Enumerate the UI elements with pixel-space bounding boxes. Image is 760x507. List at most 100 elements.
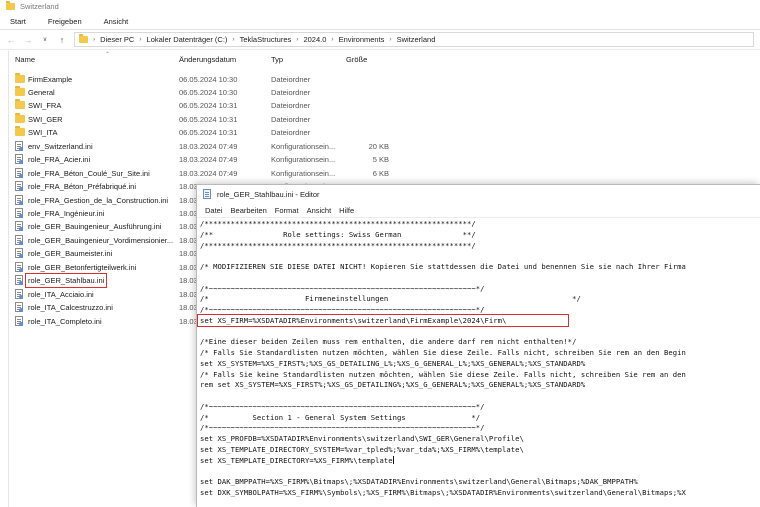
file-row[interactable]: SWI_FRA 06.05.2024 10:31 Dateiordner [10,98,410,112]
tab-start[interactable]: Start [0,17,37,26]
breadcrumb-item[interactable]: Lokaler Datenträger (C:) [147,35,228,44]
file-type: Konfigurationsein... [271,168,336,178]
file-type: Dateiordner [271,101,311,111]
file-type: Konfigurationsein... [271,141,336,151]
file-name: role_FRA_Béton_Préfabriqué.ini [28,182,136,192]
column-header-size[interactable]: Größe [346,55,367,64]
tab-freigeben[interactable]: Freigeben [37,17,93,26]
file-type: Dateiordner [271,74,311,84]
file-date: 18.03 [179,235,198,245]
file-icon-wrapper [15,234,23,245]
text-line: /* MODIFIZIEREN SIE DIESE DATEI NICHT! K… [200,262,686,271]
up-arrow-icon[interactable]: ↑ [57,35,67,45]
file-icon-wrapper [15,302,23,313]
ini-file-icon [15,181,23,192]
chevron-right-icon[interactable]: › [232,36,234,43]
file-date: 18.03 [179,303,198,313]
file-date: 18.03.2024 07:49 [179,168,238,178]
column-header-name[interactable]: Name [15,55,35,64]
file-row[interactable]: SWI_ITA 06.05.2024 10:31 Dateiordner [10,125,410,139]
folder-icon [6,1,15,10]
file-row[interactable]: SWI_GER 06.05.2024 10:31 Dateiordner [10,112,410,126]
file-name: role_ITA_Completo.ini [28,316,102,326]
file-name: role_GER_Bauingenieur_Ausführung.ini [28,222,162,232]
menu-bearbeiten[interactable]: Bearbeiten [227,206,271,215]
breadcrumb-item[interactable]: Switzerland [397,35,436,44]
file-name: role_FRA_Acier.ini [28,155,91,165]
recent-chevron-icon[interactable]: ∨ [40,36,50,43]
file-type: Dateiordner [271,114,311,124]
breadcrumb-item[interactable]: TeklaStructures [240,35,292,44]
menu-ansicht[interactable]: Ansicht [303,206,336,215]
file-type: Dateiordner [271,128,311,138]
file-icon-wrapper [15,99,25,110]
ini-file-icon [15,302,23,313]
file-date: 18.03 [179,276,198,286]
breadcrumb-item[interactable]: Dieser PC [100,35,134,44]
navigation-pane[interactable] [0,51,9,507]
file-size: 20 KB [368,141,389,151]
text-line: set XS_TEMPLATE_DIRECTORY=%XS_FIRM%\temp… [200,455,394,465]
file-icon-wrapper [15,126,25,137]
column-header-date[interactable]: Änderungsdatum [179,55,236,64]
text-line: /** Role settings: Swiss German **/ [200,229,476,239]
notepad-titlebar: role_GER_Stahlbau.ini - Editor [197,185,760,203]
chevron-right-icon[interactable]: › [93,36,95,43]
file-icon-wrapper [15,154,23,165]
address-bar: ← → ∨ ↑ › Dieser PC › Lokaler Datenträge… [0,30,760,50]
ini-file-icon [15,275,23,286]
chevron-right-icon[interactable]: › [389,36,391,43]
file-icon-wrapper [15,275,23,286]
text-line: /* Falls Sie Standardlisten nutzen möcht… [200,348,686,357]
text-line: /* Firmeneinstellungen */ [200,294,581,304]
tab-ansicht[interactable]: Ansicht [93,17,140,26]
file-name: SWI_GER [28,114,63,124]
file-name: role_GER_Baumeister.ini [28,249,113,259]
file-name: SWI_FRA [28,101,62,111]
file-name: role_FRA_Gestion_de_la_Construction.ini [28,195,169,205]
text-line: /* Falls Sie keine Standardlisten nutzen… [200,369,686,379]
ini-file-icon [15,140,23,151]
file-row[interactable]: role_FRA_Acier.ini 18.03.2024 07:49 Konfig… [10,152,410,166]
file-date: 06.05.2024 10:30 [179,74,238,84]
chevron-right-icon[interactable]: › [139,36,141,43]
file-row[interactable]: General 06.05.2024 10:30 Dateiordner [10,85,410,99]
folder-icon [15,126,25,137]
column-header-type[interactable]: Typ [271,55,283,64]
menu-datei[interactable]: Datei [201,206,227,215]
folder-icon [15,72,25,83]
file-row[interactable]: role_FRA_Béton_Coulé_Sur_Site.ini 18.03.2… [10,166,410,180]
file-date: 06.05.2024 10:31 [179,101,238,111]
file-name: role_FRA_Béton_Coulé_Sur_Site.ini [28,168,150,178]
file-icon-wrapper [15,85,25,96]
file-name: General [28,87,55,97]
back-arrow-icon[interactable]: ← [6,35,16,45]
text-line: /*Eine dieser beiden Zeilen muss rem ent… [200,337,577,347]
breadcrumb-item[interactable]: 2024.0 [303,35,326,44]
file-date: 18.03 [179,222,198,232]
chevron-right-icon[interactable]: › [296,36,298,43]
file-row[interactable]: env_Switzerland.ini 18.03.2024 07:49 Konfi… [10,139,410,153]
menu-hilfe[interactable]: Hilfe [335,206,358,215]
explorer-titlebar: Switzerland [0,0,760,13]
breadcrumb[interactable]: › Dieser PC › Lokaler Datenträger (C:) ›… [74,32,754,47]
forward-arrow-icon[interactable]: → [23,35,33,45]
breadcrumb-item[interactable]: Environments [339,35,385,44]
chevron-right-icon[interactable]: › [331,36,333,43]
file-row[interactable]: FirmExample 06.05.2024 10:30 Dateiordner [10,72,410,86]
file-size: 6 KB [372,168,389,178]
file-name: SWI_ITA [28,128,58,138]
text-line: /***************************************… [200,219,476,228]
notepad-text-area[interactable]: /***************************************… [197,218,760,507]
file-size: 5 KB [372,155,389,165]
file-date: 18.03 [179,262,198,272]
ini-file-icon [15,194,23,205]
ini-file-icon [15,261,23,272]
ribbon: Start Freigeben Ansicht [0,13,760,30]
ini-file-icon [15,167,23,178]
menu-format[interactable]: Format [271,206,303,215]
highlight-box [197,313,569,327]
text-line: set DXK_SYMBOLPATH=%XS_FIRM%\Symbols\;%X… [200,487,686,497]
file-date: 18.03 [179,249,198,259]
file-icon-wrapper [15,167,23,178]
